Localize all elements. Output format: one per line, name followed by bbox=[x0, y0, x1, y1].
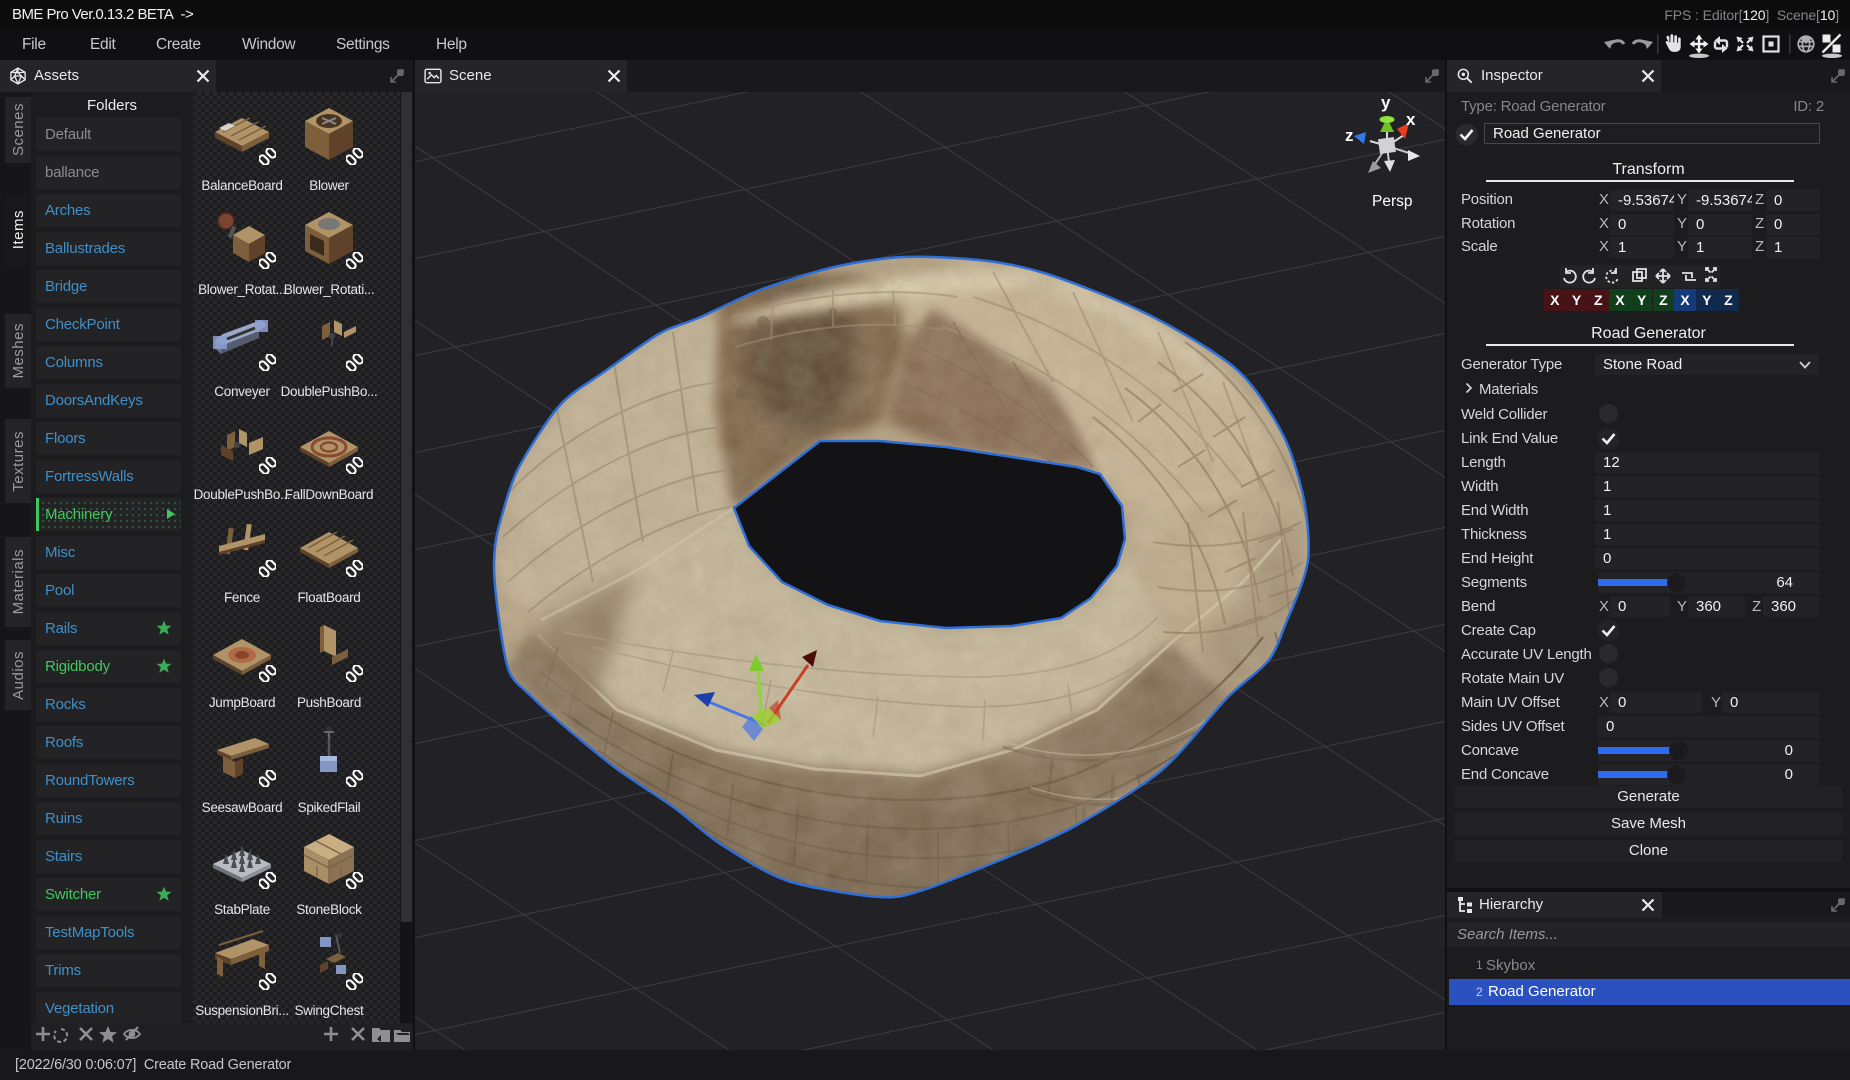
svg-text:z: z bbox=[1345, 126, 1354, 145]
svg-text:x: x bbox=[1406, 110, 1416, 129]
svg-text:Persp: Persp bbox=[1372, 193, 1413, 210]
svg-text:y: y bbox=[1381, 93, 1391, 112]
